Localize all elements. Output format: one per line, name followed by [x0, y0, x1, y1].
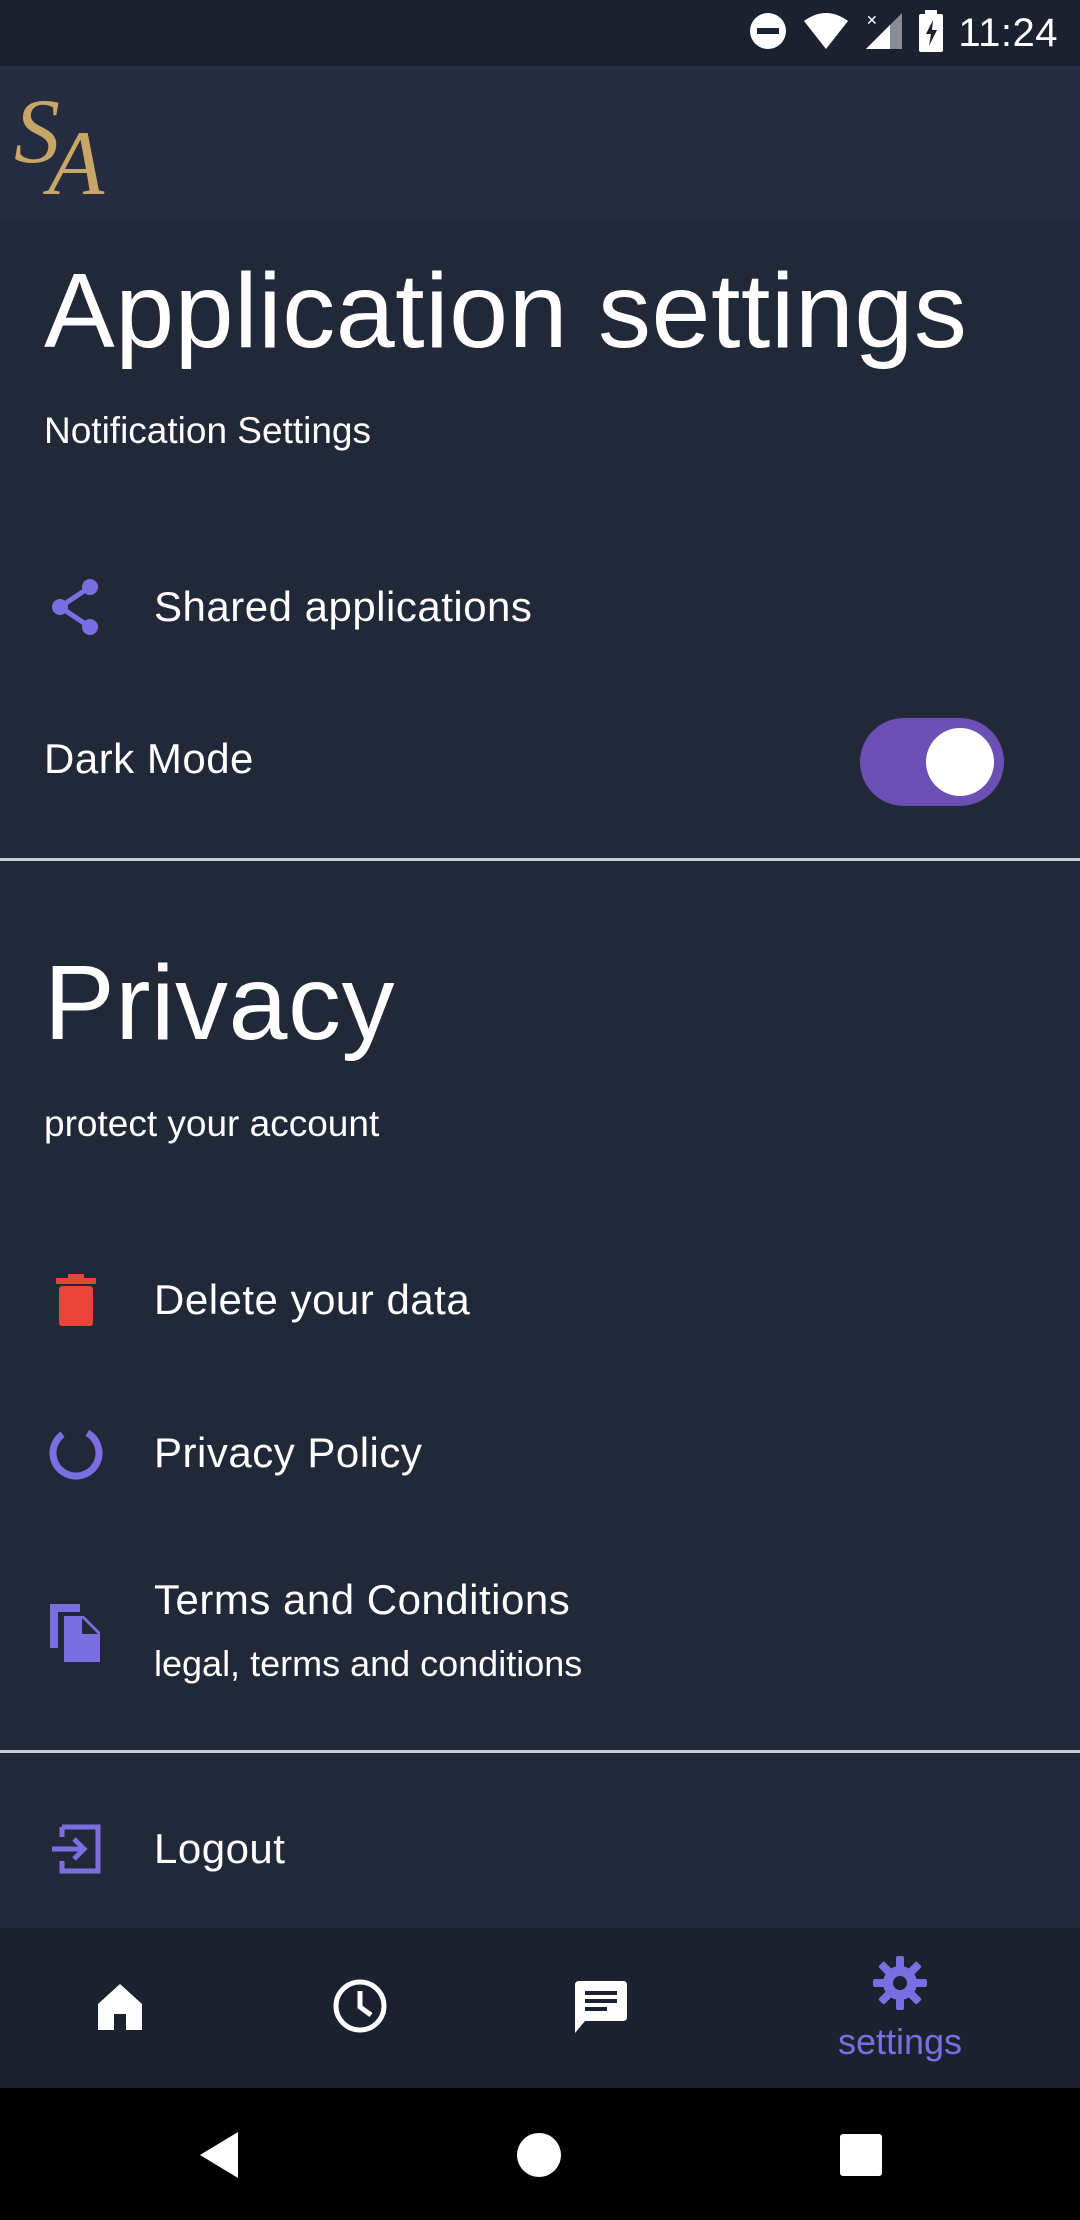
nav-home[interactable] — [20, 1928, 220, 2088]
battery-icon — [918, 9, 944, 57]
privacy-policy-item[interactable]: Privacy Policy — [0, 1398, 1080, 1508]
trash-icon — [44, 1268, 108, 1332]
logout-label: Logout — [154, 1825, 286, 1872]
application-settings-title: Application settings — [44, 252, 968, 370]
toggle-knob — [926, 728, 994, 796]
clock-icon — [331, 1977, 389, 2040]
system-navigation-bar — [0, 2088, 1080, 2220]
privacy-policy-label: Privacy Policy — [154, 1429, 423, 1476]
terms-sublabel: legal, terms and conditions — [154, 1643, 583, 1684]
app-bar: S A — [0, 66, 1080, 220]
dark-mode-label: Dark Mode — [44, 735, 254, 782]
notification-settings-link[interactable]: Notification Settings — [44, 410, 371, 452]
shared-applications-label: Shared applications — [154, 583, 533, 630]
delete-data-label: Delete your data — [154, 1276, 471, 1323]
back-icon[interactable] — [196, 2130, 242, 2185]
divider — [0, 858, 1080, 861]
bottom-navigation: settings — [0, 1928, 1080, 2088]
message-icon — [571, 1977, 629, 2040]
wifi-icon — [802, 11, 850, 56]
delete-data-item[interactable]: Delete your data — [0, 1245, 1080, 1355]
logout-item[interactable]: Logout — [0, 1794, 1080, 1904]
svg-text:✕: ✕ — [866, 13, 878, 29]
home-button-icon[interactable] — [516, 2132, 562, 2183]
nav-messages[interactable] — [500, 1928, 700, 2088]
nav-settings[interactable]: settings — [800, 1928, 1000, 2088]
status-bar: ✕ 11:24 — [0, 0, 1080, 66]
dark-mode-toggle[interactable] — [860, 718, 1004, 806]
privacy-title: Privacy — [44, 944, 396, 1062]
shared-applications-item[interactable]: Shared applications — [0, 552, 1080, 662]
recents-icon[interactable] — [840, 2134, 882, 2181]
gear-icon — [871, 1954, 929, 2017]
dnd-icon — [748, 11, 788, 56]
nav-history[interactable] — [260, 1928, 460, 2088]
nav-settings-label: settings — [837, 2020, 963, 2062]
divider — [0, 1750, 1080, 1753]
home-icon — [94, 1980, 146, 2037]
logout-icon — [44, 1817, 108, 1881]
status-time: 11:24 — [958, 10, 1058, 55]
share-icon — [44, 575, 108, 639]
document-copy-icon — [44, 1601, 108, 1665]
terms-label: Terms and Conditions — [154, 1576, 571, 1623]
loading-circle-icon — [44, 1421, 108, 1485]
privacy-subtitle: protect your account — [44, 1103, 380, 1144]
signal-icon: ✕ — [864, 11, 904, 56]
svg-text:A: A — [42, 112, 105, 204]
sa-logo: S A — [14, 74, 132, 214]
